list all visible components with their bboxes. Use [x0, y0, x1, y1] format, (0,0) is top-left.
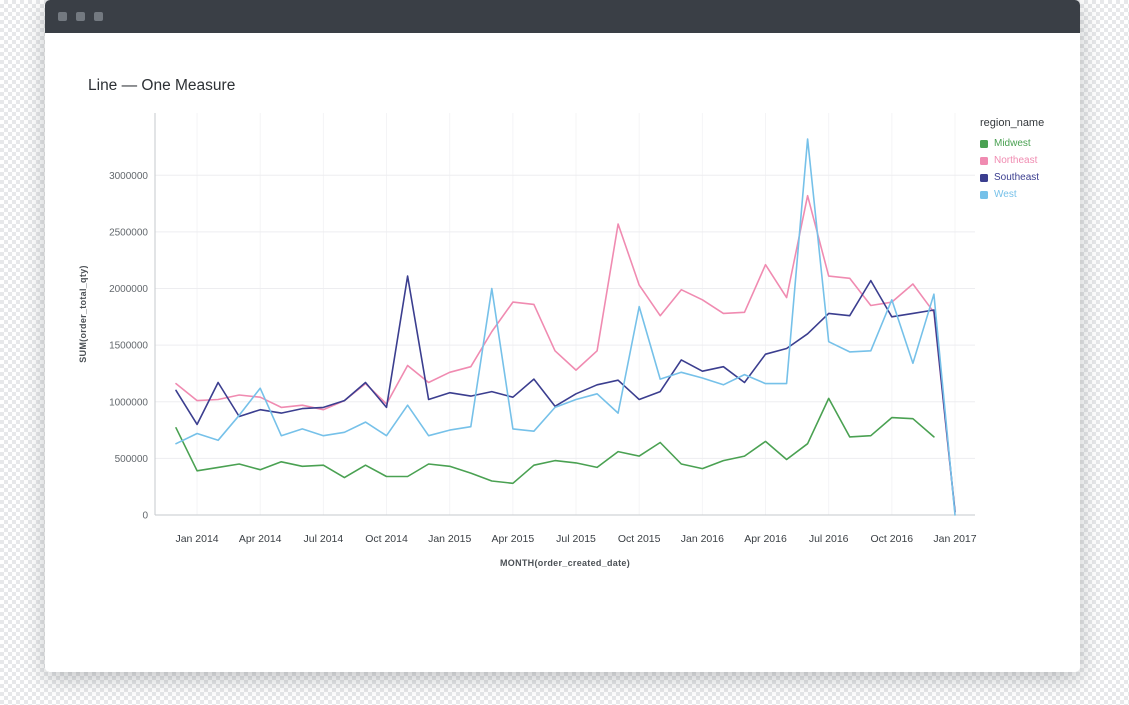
chart-title: Line — One Measure	[88, 77, 235, 95]
x-tick-label: Jul 2014	[304, 533, 344, 545]
y-tick-label: 2500000	[109, 227, 148, 238]
legend-label: Southeast	[994, 172, 1039, 183]
legend-item-midwest[interactable]: Midwest	[980, 138, 1076, 149]
legend-item-west[interactable]: West	[980, 189, 1076, 200]
legend-item-northeast[interactable]: Northeast	[980, 155, 1076, 166]
y-tick-label: 3000000	[109, 171, 148, 182]
legend-swatch-icon	[980, 157, 988, 165]
legend-label: West	[994, 189, 1017, 200]
x-tick-label: Oct 2016	[871, 533, 914, 545]
legend-label: Northeast	[994, 155, 1037, 166]
y-tick-label: 500000	[115, 454, 149, 465]
x-tick-label: Jul 2016	[809, 533, 849, 545]
x-tick-label: Jan 2017	[933, 533, 976, 545]
legend-item-southeast[interactable]: Southeast	[980, 172, 1076, 183]
x-tick-label: Apr 2016	[744, 533, 787, 545]
window-control-icon[interactable]	[58, 12, 67, 21]
y-tick-label: 2000000	[109, 284, 148, 295]
x-tick-label: Jan 2016	[681, 533, 724, 545]
series-line-southeast[interactable]	[176, 276, 955, 512]
line-chart-canvas[interactable]: Jan 2014 Apr 2014 Jul 2014 Oct 2014 Jan 2015…	[60, 105, 1050, 575]
y-tick-label: 0	[142, 511, 148, 522]
legend-swatch-icon	[980, 140, 988, 148]
window-titlebar	[45, 0, 1080, 33]
y-tick-label: 1500000	[109, 341, 148, 352]
legend-swatch-icon	[980, 191, 988, 199]
legend: region_name Midwest Northeast Southeast Wes…	[980, 117, 1076, 206]
x-tick-label: Oct 2015	[618, 533, 661, 545]
y-axis-title: SUM(order_total_qty)	[78, 265, 88, 363]
window-control-icon[interactable]	[94, 12, 103, 21]
legend-swatch-icon	[980, 174, 988, 182]
x-tick-label: Apr 2015	[492, 533, 535, 545]
app-window: Line — One Measure Jan 2014 Apr 2014 Jul 2…	[45, 0, 1080, 672]
x-tick-label: Jul 2015	[556, 533, 596, 545]
x-tick-label: Apr 2014	[239, 533, 282, 545]
window-body: Line — One Measure Jan 2014 Apr 2014 Jul 2…	[45, 33, 1080, 672]
x-tick-label: Oct 2014	[365, 533, 408, 545]
series-line-northeast[interactable]	[176, 196, 955, 513]
legend-items: Midwest Northeast Southeast West	[980, 138, 1076, 200]
legend-label: Midwest	[994, 138, 1031, 149]
y-tick-label: 1000000	[109, 397, 148, 408]
x-axis-title: MONTH(order_created_date)	[500, 558, 630, 568]
x-tick-label: Jan 2015	[428, 533, 471, 545]
x-tick-label: Jan 2014	[175, 533, 218, 545]
legend-title: region_name	[980, 117, 1076, 129]
window-control-icon[interactable]	[76, 12, 85, 21]
